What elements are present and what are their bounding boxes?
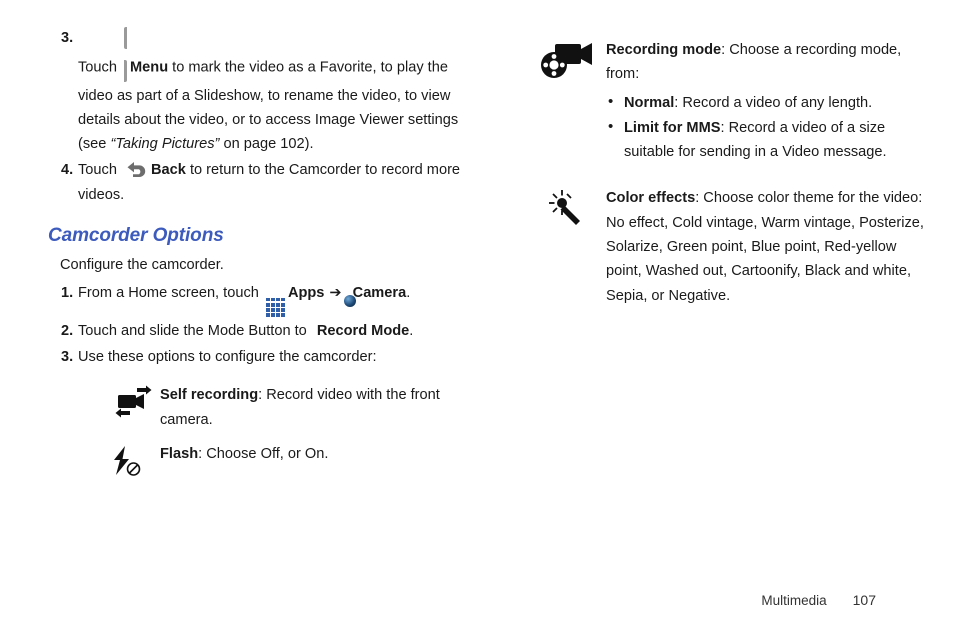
apps-label: Apps [287,285,325,302]
arrow-glyph: ➔ [329,285,342,302]
option-label: Self recording [160,387,259,404]
recording-mode-film-camera-icon [528,38,606,82]
page-footer: Multimedia 107 [761,592,876,608]
manual-page: 3. Touch Menu to mark the video as a Fav… [0,0,954,636]
bullet-item: Normal: Record a video of any length. [606,90,928,115]
step-pre-text: Touch [78,162,121,179]
numbered-item-number: 1. [61,285,74,302]
option-text: Color effects: Choose color theme for th… [606,186,928,307]
step-text: Touch Back to return to the Camcorder to… [78,158,468,207]
option-label: Recording mode [606,42,722,58]
menu-key-icon [124,26,127,84]
color-effects-wand-icon [528,186,606,230]
numbered-item-number: 3. [61,349,74,366]
step-bold-label: Menu [130,59,169,76]
numbered-item: 3. Use these options to configure the ca… [48,345,468,369]
numbered-text-part: From a Home screen, touch [78,285,263,302]
right-column: Recording mode: Choose a recording mode,… [528,26,928,308]
bullet-item: Limit for MMS: Record a video of a size … [606,115,928,165]
option-description: : Choose color theme for the video: No e… [606,190,924,304]
numbered-item-text: Touch and slide the Mode Button to Recor… [78,319,468,343]
apps-grid-icon [265,297,285,317]
numbered-item-number: 2. [61,322,74,339]
self-recording-icon [98,383,160,419]
back-arrow-icon [124,160,148,178]
left-column: 3. Touch Menu to mark the video as a Fav… [48,26,468,480]
footer-section-name: Multimedia [761,593,827,608]
step-number: 4. [61,162,74,179]
camera-label: Camera [352,285,407,302]
option-label: Flash [160,445,199,462]
step-item: 3. Touch Menu to mark the video as a Fav… [48,26,468,156]
option-row: Self recording: Record video with the fr… [98,383,468,432]
section-intro-text: Configure the camcorder. [60,257,224,274]
option-label: Color effects [606,190,696,207]
numbered-item-text: From a Home screen, touch Apps ➔ Camera. [78,281,468,317]
option-text: Flash: Choose Off, or On. [160,442,468,466]
numbered-text-tail: . [406,285,411,302]
step-number: 3. [61,30,74,46]
flash-off-icon [98,442,160,480]
bullet-label: Normal [624,94,675,111]
cross-reference-link[interactable]: “Taking Pictures” [110,136,219,152]
step-item: 4. Touch Back to return to the Camcorder… [48,158,468,207]
step-pre-text: Touch [78,59,121,76]
option-text: Recording mode: Choose a recording mode,… [606,38,928,164]
option-row: Recording mode: Choose a recording mode,… [528,38,928,164]
numbered-item-text: Use these options to configure the camco… [78,349,377,366]
option-bullet-list: Normal: Record a video of any length. Li… [606,90,928,165]
bullet-label: Limit for MMS [624,119,721,136]
numbered-text-tail: . [409,322,414,339]
option-row: Color effects: Choose color theme for th… [528,186,928,307]
numbered-item: 2. Touch and slide the Mode Button to Re… [48,319,468,343]
section-heading: Camcorder Options [48,225,224,247]
step-bold-label: Back [151,162,186,179]
option-line: Recording mode: Choose a recording mode,… [606,38,928,87]
bullet-text: : Record a video of any length. [674,94,873,111]
footer-page-number: 107 [852,592,876,608]
step-body-text-tail: on page 102). [219,136,314,153]
option-row: Flash: Choose Off, or On. [98,442,468,480]
record-mode-label: Record Mode [316,322,410,339]
numbered-item: 1. From a Home screen, touch Apps ➔ Camera… [48,281,468,317]
option-description: : Choose Off, or On. [198,445,329,462]
option-text: Self recording: Record video with the fr… [160,383,468,432]
numbered-text-part: Touch and slide the Mode Button to [78,322,311,339]
step-text: Touch Menu to mark the video as a Favori… [78,26,468,156]
